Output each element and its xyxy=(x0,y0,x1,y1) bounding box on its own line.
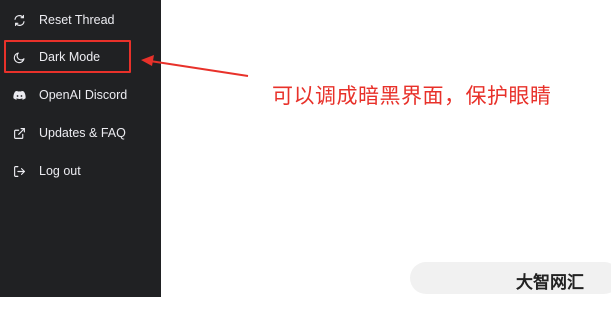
discord-icon xyxy=(13,89,26,102)
sidebar-item-openai-discord[interactable]: OpenAI Discord xyxy=(8,81,156,109)
sidebar-item-label: OpenAI Discord xyxy=(39,88,128,102)
sidebar-item-updates-faq[interactable]: Updates & FAQ xyxy=(8,119,156,147)
external-link-icon xyxy=(13,127,26,140)
logout-icon xyxy=(13,165,26,178)
dark-mode-highlight-box xyxy=(4,40,131,73)
watermark-text: 大智网汇 xyxy=(516,273,584,293)
refresh-icon xyxy=(13,14,26,27)
sidebar-item-log-out[interactable]: Log out xyxy=(8,157,156,185)
sidebar-item-label: Reset Thread xyxy=(39,13,115,27)
sidebar-item-reset-thread[interactable]: Reset Thread xyxy=(8,6,156,34)
sidebar-item-label: Updates & FAQ xyxy=(39,126,126,140)
sidebar-item-label: Log out xyxy=(39,164,81,178)
annotation-text: 可以调成暗黑界面，保护眼睛 xyxy=(272,84,552,108)
